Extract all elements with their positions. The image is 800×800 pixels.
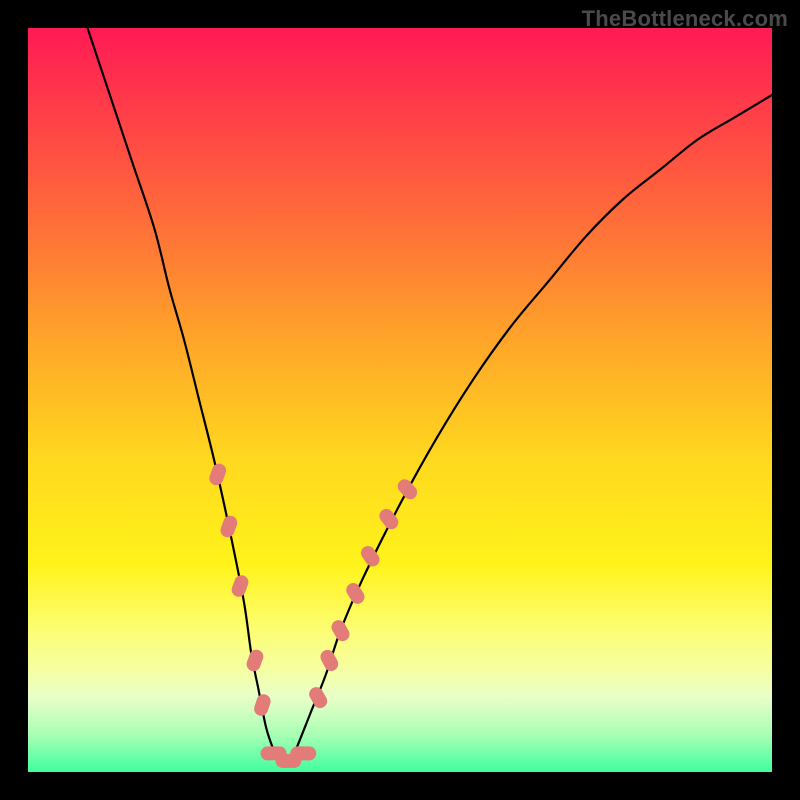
- plot-area: [28, 28, 772, 772]
- chart-frame: TheBottleneck.com: [0, 0, 800, 800]
- bottleneck-curve: [88, 28, 772, 766]
- curve-marker: [329, 618, 352, 644]
- curve-marker: [219, 514, 240, 539]
- curve-markers: [207, 462, 420, 768]
- curve-marker: [245, 648, 266, 673]
- curve-marker: [395, 476, 420, 502]
- curve-marker: [344, 580, 368, 606]
- curve-marker: [230, 573, 251, 598]
- curve-marker: [307, 685, 330, 711]
- chart-svg: [28, 28, 772, 772]
- curve-marker: [318, 647, 341, 673]
- curve-marker: [252, 692, 272, 717]
- curve-marker: [207, 462, 228, 487]
- curve-marker: [290, 746, 316, 760]
- brand-watermark: TheBottleneck.com: [582, 6, 788, 32]
